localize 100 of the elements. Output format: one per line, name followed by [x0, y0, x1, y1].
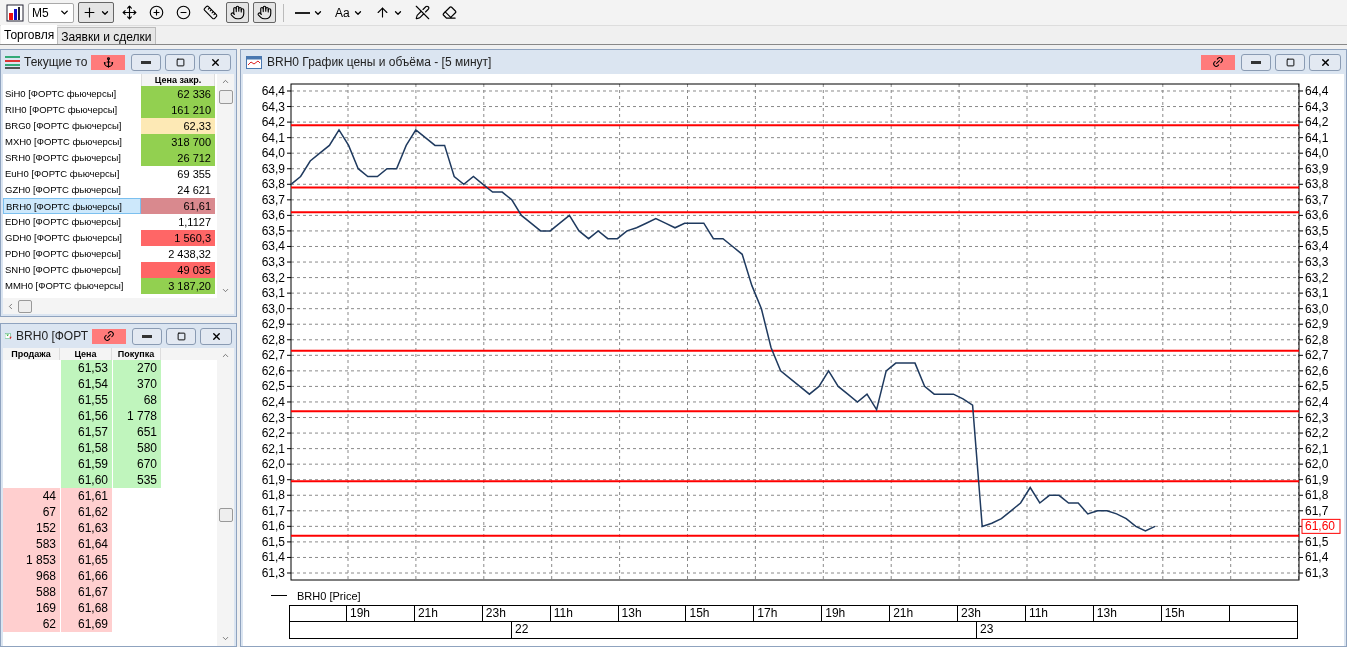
minimize-button[interactable] [132, 327, 162, 345]
timeframe-dropdown[interactable]: M5 [28, 2, 74, 23]
axis-label: 63,1 [261, 286, 285, 301]
table-row[interactable]: BRG0 [ФОРТС фьючерсы] 62,33 [3, 118, 217, 134]
axis-label: 61,4 [1305, 550, 1329, 565]
column-header[interactable]: Цена закр. [141, 74, 215, 86]
table-cell-text: RIH0 [ФОРТС фьючерсы] [4, 103, 119, 117]
table-row[interactable]: EDH0 [ФОРТС фьючерсы] 1,1127 [3, 214, 217, 230]
column-header[interactable]: Продажа [3, 348, 60, 360]
axis-label: 64,3 [261, 99, 285, 114]
table-row[interactable]: MXH0 [ФОРТС фьючерсы] 318 700 [3, 134, 217, 150]
table-row[interactable]: GDH0 [ФОРТС фьючерсы] 1 560,3 [3, 230, 217, 246]
table-cell-text: EDH0 [ФОРТС фьючерсы] [4, 215, 122, 229]
scroll-thumb[interactable] [218, 508, 233, 522]
axis-label: 62,3 [1305, 410, 1329, 425]
tab[interactable]: Торговля [1, 25, 58, 44]
restore-icon [1285, 57, 1295, 67]
horizontal-scrollbar[interactable] [3, 298, 234, 314]
time-axis-label: 19h [347, 606, 415, 621]
axis-label: 62,8 [261, 332, 285, 347]
restore-icon [175, 57, 185, 67]
scroll-thumb[interactable] [18, 299, 32, 313]
table-cell: 68 [113, 392, 161, 408]
time-axis-label: 11h [550, 606, 619, 621]
table-row[interactable]: PDH0 [ФОРТС фьючерсы] 2 438,32 [3, 246, 217, 262]
table-cell: 370 [113, 376, 161, 392]
level-line[interactable] [290, 410, 1300, 413]
toolbar-button[interactable] [253, 2, 276, 23]
axis-label: 64,1 [1305, 130, 1329, 145]
time-axis-label: 15h [1161, 606, 1230, 621]
axis-label: 62,0 [1305, 457, 1329, 472]
toolbar-button[interactable]: Aa [331, 2, 367, 23]
table-cell: 651 [113, 424, 161, 440]
axis-label: 62,6 [261, 363, 285, 378]
anchor-button[interactable] [91, 54, 126, 70]
axis-label: 62,4 [261, 394, 285, 409]
table-row[interactable]: RIH0 [ФОРТС фьючерсы] 161 210 [3, 102, 217, 118]
minimize-button[interactable] [1241, 53, 1271, 71]
table-row[interactable]: SNH0 [ФОРТС фьючерсы] 49 035 [3, 262, 217, 278]
scrollbar[interactable] [217, 74, 234, 298]
time-axis-label: 21h [890, 606, 958, 621]
level-line[interactable] [290, 480, 1300, 483]
axis-label: 62,1 [261, 441, 285, 456]
level-line[interactable] [290, 211, 1300, 214]
axis-label: 61,8 [1305, 488, 1329, 503]
table-cell: 3 187,20 [141, 278, 215, 294]
axis-label: 62,6 [1305, 363, 1329, 378]
zoom-in-icon [149, 5, 164, 20]
table-cell: 61,53 [61, 360, 112, 376]
date-axis-label: 23 [979, 622, 995, 638]
close-button[interactable] [200, 327, 232, 345]
restore-button[interactable] [1275, 53, 1305, 71]
tab[interactable]: Заявки и сделки [57, 27, 156, 44]
axis-label: 63,8 [261, 177, 285, 192]
table-cell: 61,59 [61, 456, 112, 472]
restore-button[interactable] [165, 53, 196, 71]
close-button[interactable] [1309, 53, 1341, 71]
level-line[interactable] [290, 534, 1300, 537]
close-button[interactable] [199, 53, 232, 71]
toolbar-button[interactable] [78, 2, 114, 23]
restore-button[interactable] [166, 327, 196, 345]
table-row[interactable]: SRH0 [ФОРТС фьючерсы] 26 712 [3, 150, 217, 166]
axis-label: 63,2 [1305, 270, 1329, 285]
scroll-thumb[interactable] [218, 90, 233, 104]
axis-label: 63,0 [261, 301, 285, 316]
axis-label: 61,4 [261, 550, 285, 565]
table-cell: 152 [3, 520, 60, 536]
table-row[interactable]: GZH0 [ФОРТС фьючерсы] 24 621 [3, 182, 217, 198]
level-line[interactable] [290, 349, 1300, 352]
table-cell-text: GZH0 [ФОРТС фьючерсы] [4, 183, 122, 197]
table-row[interactable]: EuH0 [ФОРТС фьючерсы] 69 355 [3, 166, 217, 182]
level-line[interactable] [290, 124, 1300, 127]
link-button[interactable] [1201, 54, 1235, 70]
axis-label: 63,5 [1305, 223, 1329, 238]
axis-label: 61,7 [261, 503, 285, 518]
axis-label: 62,2 [261, 426, 285, 441]
axis-label: 62,0 [261, 457, 285, 472]
table-cell-text: BRG0 [ФОРТС фьючерсы] [4, 119, 123, 133]
table-cell-text: PDH0 [ФОРТС фьючерсы] [4, 247, 122, 261]
table-cell: 61,65 [61, 552, 112, 568]
table-cell: 535 [113, 472, 161, 488]
table-row[interactable]: SiH0 [ФОРТС фьючерсы] 62 336 [3, 86, 217, 102]
table-row[interactable]: BRH0 [ФОРТС фьючерсы] 61,61 [3, 198, 217, 214]
table-cell: 61,60 [61, 472, 112, 488]
axis-label: 64,4 [1305, 84, 1329, 98]
axis-label: 64,2 [261, 115, 285, 130]
axis-label: 62,3 [261, 410, 285, 425]
zoom-out-icon [176, 5, 191, 20]
minimize-button[interactable] [131, 53, 162, 71]
link-button[interactable] [92, 328, 126, 344]
restore-icon [176, 331, 186, 341]
table-cell: 270 [113, 360, 161, 376]
table-cell: 968 [3, 568, 60, 584]
toolbar-button[interactable] [226, 2, 249, 23]
chart-app-icon[interactable] [6, 3, 24, 22]
scrollbar[interactable] [217, 348, 234, 646]
legend-line-icon [271, 595, 287, 597]
table-cell-text: GDH0 [ФОРТС фьючерсы] [4, 231, 123, 245]
axis-label: 63,6 [261, 208, 285, 223]
table-row[interactable]: MMH0 [ФОРТС фьючерсы] 3 187,20 [3, 278, 217, 294]
